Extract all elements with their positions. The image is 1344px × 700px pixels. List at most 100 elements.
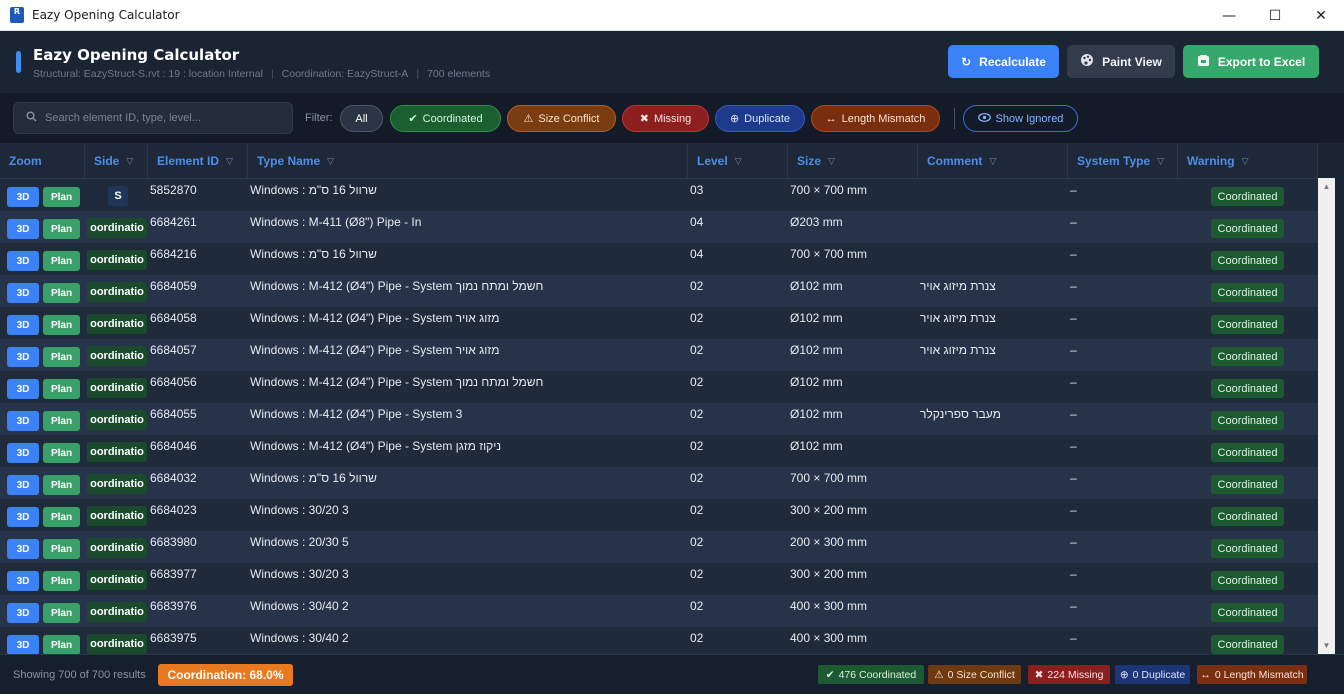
size-conflict-count-badge: ⚠ 0 Size Conflict xyxy=(928,665,1021,684)
level-cell: 04 xyxy=(690,247,704,261)
col-comment[interactable]: Comment ▽ xyxy=(918,143,1068,179)
col-side[interactable]: Side ▽ xyxy=(85,143,148,179)
table-row[interactable]: 3D Plan oordinatio 6683980 Windows : 20/… xyxy=(0,531,1318,563)
filter-length-mismatch[interactable]: ↔ Length Mismatch xyxy=(811,105,940,132)
recalculate-button[interactable]: ↻ Recalculate xyxy=(948,45,1059,78)
filter-triangle-icon[interactable]: ▽ xyxy=(735,156,742,167)
table-row[interactable]: 3D Plan oordinatio 6684059 Windows : M-4… xyxy=(0,275,1318,307)
zoom-plan-button[interactable]: Plan xyxy=(43,507,80,527)
zoom-3d-button[interactable]: 3D xyxy=(7,411,39,431)
zoom-3d-button[interactable]: 3D xyxy=(7,539,39,559)
zoom-3d-button[interactable]: 3D xyxy=(7,603,39,623)
warning-badge: Coordinated xyxy=(1211,475,1284,494)
zoom-3d-button[interactable]: 3D xyxy=(7,347,39,367)
col-warning[interactable]: Warning ▽ xyxy=(1178,143,1318,179)
zoom-plan-button[interactable]: Plan xyxy=(43,347,80,367)
zoom-plan-button[interactable]: Plan xyxy=(43,635,80,654)
zoom-plan-button[interactable]: Plan xyxy=(43,251,80,271)
size-conflict-count: 0 Size Conflict xyxy=(947,668,1015,681)
zoom-3d-button[interactable]: 3D xyxy=(7,187,39,207)
zoom-plan-button[interactable]: Plan xyxy=(43,283,80,303)
filter-triangle-icon[interactable]: ▽ xyxy=(989,156,996,167)
scroll-up-icon[interactable]: ▲ xyxy=(1318,178,1335,195)
element-id-cell: 6684056 xyxy=(150,375,197,389)
col-side-label: Side xyxy=(94,154,120,168)
col-element-id-label: Element ID xyxy=(157,154,220,168)
side-badge: oordinatio xyxy=(87,506,147,526)
zoom-plan-button[interactable]: Plan xyxy=(43,475,80,495)
table-row[interactable]: 3D Plan oordinatio 6684057 Windows : M-4… xyxy=(0,339,1318,371)
minimize-button[interactable]: — xyxy=(1206,0,1252,31)
zoom-3d-button[interactable]: 3D xyxy=(7,507,39,527)
zoom-plan-button[interactable]: Plan xyxy=(43,219,80,239)
zoom-plan-button[interactable]: Plan xyxy=(43,187,80,207)
filter-triangle-icon[interactable]: ▽ xyxy=(1157,156,1164,167)
filter-triangle-icon[interactable]: ▽ xyxy=(828,156,835,167)
scroll-down-icon[interactable]: ▼ xyxy=(1318,637,1335,654)
table-row[interactable]: 3D Plan oordinatio 6684023 Windows : 30/… xyxy=(0,499,1318,531)
col-warning-label: Warning xyxy=(1187,154,1235,168)
zoom-3d-button[interactable]: 3D xyxy=(7,475,39,495)
table-row[interactable]: 3D Plan oordinatio 6683976 Windows : 30/… xyxy=(0,595,1318,627)
col-level[interactable]: Level ▽ xyxy=(688,143,788,179)
table-row[interactable]: 3D Plan oordinatio 6684032 Windows : שרו… xyxy=(0,467,1318,499)
vertical-scrollbar[interactable]: ▲ ▼ xyxy=(1318,178,1335,654)
zoom-plan-button[interactable]: Plan xyxy=(43,411,80,431)
zoom-3d-button[interactable]: 3D xyxy=(7,315,39,335)
filter-triangle-icon[interactable]: ▽ xyxy=(226,156,233,167)
size-cell: Ø102 mm xyxy=(790,279,843,293)
filter-duplicate[interactable]: ⊕ Duplicate xyxy=(715,105,805,132)
zoom-3d-button[interactable]: 3D xyxy=(7,251,39,271)
table-row[interactable]: 3D Plan oordinatio 6683977 Windows : 30/… xyxy=(0,563,1318,595)
col-zoom-label: Zoom xyxy=(9,154,42,168)
zoom-3d-button[interactable]: 3D xyxy=(7,219,39,239)
table-row[interactable]: 3D Plan oordinatio 6684216 Windows : שרו… xyxy=(0,243,1318,275)
zoom-3d-button[interactable]: 3D xyxy=(7,571,39,591)
table-row[interactable]: 3D Plan oordinatio 6684046 Windows : M-4… xyxy=(0,435,1318,467)
close-button[interactable]: ✕ xyxy=(1298,0,1344,31)
table-row[interactable]: 3D Plan oordinatio 6684261 Windows : M-4… xyxy=(0,211,1318,243)
side-badge: oordinatio xyxy=(87,602,147,622)
filter-size-conflict[interactable]: ⚠ Size Conflict xyxy=(507,105,616,132)
zoom-plan-button[interactable]: Plan xyxy=(43,315,80,335)
col-type-name[interactable]: Type Name ▽ xyxy=(248,143,688,179)
zoom-plan-button[interactable]: Plan xyxy=(43,603,80,623)
col-zoom[interactable]: Zoom xyxy=(0,143,85,179)
filter-label: Filter: xyxy=(305,112,333,124)
zoom-3d-button[interactable]: 3D xyxy=(7,635,39,654)
export-excel-button[interactable]: Export to Excel xyxy=(1183,45,1319,78)
system-type-cell: – xyxy=(1070,471,1077,485)
filter-triangle-icon[interactable]: ▽ xyxy=(1242,156,1249,167)
paint-view-button[interactable]: Paint View xyxy=(1067,45,1175,78)
table-row[interactable]: 3D Plan S 5852870 Windows : שרוול 16 ס"מ… xyxy=(0,179,1318,211)
show-ignored-toggle[interactable]: Show Ignored xyxy=(963,105,1078,132)
size-cell: Ø102 mm xyxy=(790,311,843,325)
zoom-3d-button[interactable]: 3D xyxy=(7,379,39,399)
filter-triangle-icon[interactable]: ▽ xyxy=(126,156,133,167)
coordination-percentage: Coordination: 68.0% xyxy=(158,664,293,686)
table-row[interactable]: 3D Plan oordinatio 6683975 Windows : 30/… xyxy=(0,627,1318,654)
search-input[interactable] xyxy=(45,112,275,124)
filter-coordinated[interactable]: ✔ Coordinated xyxy=(390,105,501,132)
table-row[interactable]: 3D Plan oordinatio 6684055 Windows : M-4… xyxy=(0,403,1318,435)
table-row[interactable]: 3D Plan oordinatio 6684058 Windows : M-4… xyxy=(0,307,1318,339)
col-size[interactable]: Size ▽ xyxy=(788,143,918,179)
maximize-button[interactable]: ☐ xyxy=(1252,0,1298,31)
zoom-plan-button[interactable]: Plan xyxy=(43,443,80,463)
zoom-3d-button[interactable]: 3D xyxy=(7,283,39,303)
side-badge: oordinatio xyxy=(87,410,147,430)
filter-missing[interactable]: ✖ Missing xyxy=(622,105,709,132)
col-element-id[interactable]: Element ID ▽ xyxy=(148,143,248,179)
zoom-plan-button[interactable]: Plan xyxy=(43,379,80,399)
filter-triangle-icon[interactable]: ▽ xyxy=(327,156,334,167)
zoom-plan-button[interactable]: Plan xyxy=(43,571,80,591)
search-box[interactable] xyxy=(13,102,293,134)
table-row[interactable]: 3D Plan oordinatio 6684056 Windows : M-4… xyxy=(0,371,1318,403)
side-badge: oordinatio xyxy=(87,314,147,334)
filter-all[interactable]: All xyxy=(340,105,383,132)
zoom-plan-button[interactable]: Plan xyxy=(43,539,80,559)
col-system-type[interactable]: System Type ▽ xyxy=(1068,143,1178,179)
check-icon: ✔ xyxy=(408,113,418,125)
zoom-3d-button[interactable]: 3D xyxy=(7,443,39,463)
system-type-cell: – xyxy=(1070,535,1077,549)
